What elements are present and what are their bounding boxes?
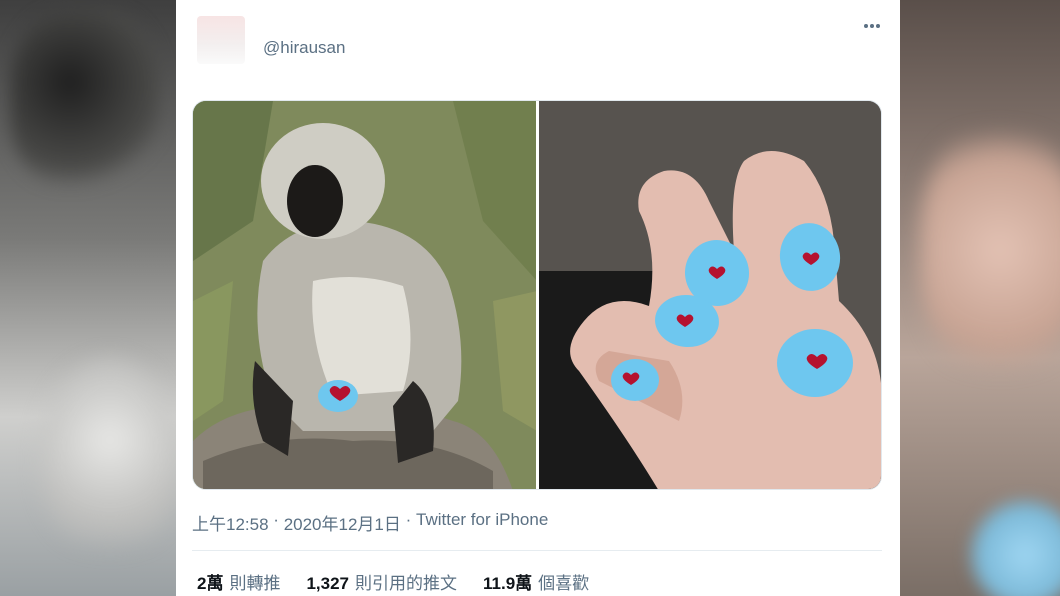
stat-label: 則轉推 [229,574,281,593]
avatar[interactable] [197,16,245,64]
tweet-date[interactable]: 2020年12月1日 [284,510,401,535]
more-options-icon[interactable] [860,14,884,38]
stat-number: 11.9萬 [483,574,533,593]
vervet-monkey-photo[interactable] [193,101,536,489]
stat-label: 個喜歡 [538,574,590,593]
stat-number: 1,327 [306,574,350,593]
tweet-stats: 2萬 則轉推 1,327 則引用的推文 11.9萬 個喜歡 [197,569,589,594]
blurred-backdrop-right [900,0,1060,596]
stat-label: 則引用的推文 [355,574,458,593]
tweet-card: @hirausan 上午12:58 · 2020年12月1日 · Twitter… [176,0,900,596]
like-count[interactable]: 11.9萬 個喜歡 [483,569,589,594]
tweet-time[interactable]: 上午12:58 [192,510,269,535]
tweet-timestamp: 上午12:58 · 2020年12月1日 · Twitter for iPhon… [192,510,548,535]
tweet-media [192,100,882,490]
stat-number: 2萬 [197,574,224,593]
blue-nails-photo[interactable] [538,101,881,489]
retweet-count[interactable]: 2萬 則轉推 [197,569,280,594]
user-handle[interactable]: @hirausan [263,38,345,58]
tweet-source-link[interactable]: Twitter for iPhone [416,510,548,535]
quote-tweet-count[interactable]: 1,327 則引用的推文 [306,569,457,594]
divider [192,550,882,551]
blurred-backdrop-left [0,0,176,596]
